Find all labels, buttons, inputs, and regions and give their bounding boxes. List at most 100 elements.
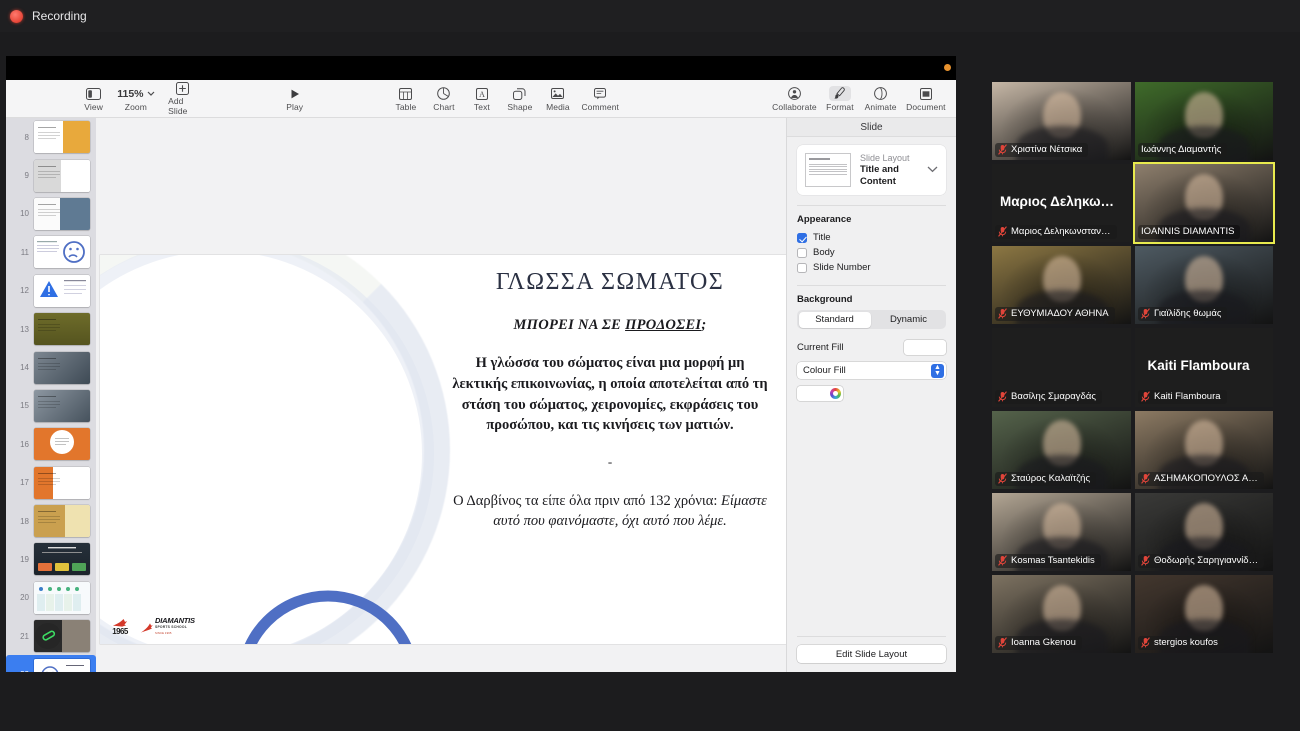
divider [797,636,946,637]
zoom-value[interactable]: 115% [117,86,154,101]
toolbar-chart-label: Chart [433,102,455,112]
slide-thumbnail-row[interactable]: 19 [6,540,96,578]
slide-thumbnail-number: 22 [17,670,29,672]
participant-tile[interactable]: IOANNIS DIAMANTIS [1133,162,1275,245]
logo-brand-sub2: SINCE 1965 [155,631,172,635]
participant-tile[interactable]: Θοδωρής Σαρηγιαννίδ… [1133,490,1275,573]
participant-tile[interactable]: Kaiti Flamboura Kaiti Flamboura [1133,326,1275,409]
appearance-checkbox-body[interactable]: Body [797,245,946,260]
participant-tile[interactable]: Μαριος Δεληκω… Μαριος Δεληκωνσταν… [990,162,1133,245]
stepper-icon[interactable]: ▲ ▼ [931,363,944,378]
checkbox-title[interactable] [797,232,807,243]
fill-color-well[interactable] [797,386,843,401]
participant-tile[interactable]: Σταύρος Καλαϊτζής [990,408,1133,491]
slide-thumbnail[interactable] [34,313,90,346]
fill-type-popup[interactable]: Colour Fill ▲ ▼ [797,362,946,379]
edit-slide-layout-button[interactable]: Edit Slide Layout [797,645,946,663]
participant-tile[interactable]: Χριστίνα Νέτσικα [990,80,1133,163]
participant-tile[interactable]: Ιωάννης Διαμαντής [1133,80,1275,163]
sidebar-panel-icon [86,86,102,101]
slide-text-block[interactable]: ΓΛΩΣΣΑ ΣΩΜΑΤΟΣ ΜΠΟΡΕΙ ΝΑ ΣΕ ΠΡΟΔΟΣΕΙ; Η … [450,269,770,532]
slide-thumbnail[interactable] [34,274,90,307]
slide-layout-card[interactable]: Slide Layout Title and Content [797,145,946,195]
toolbar-document-button[interactable]: Document [902,80,950,117]
color-wheel-icon[interactable] [830,388,841,399]
inspector-tab-slide[interactable]: Slide [787,118,956,137]
slide-thumbnail-row[interactable]: 8 [6,118,96,156]
chevron-down-icon[interactable] [927,164,938,176]
participant-tile[interactable]: Γιαϊλίδης θωμάς [1133,244,1275,327]
checkbox-body[interactable] [797,247,807,258]
toolbar-play-button[interactable]: Play [276,80,314,117]
toolbar-table-button[interactable]: Table [387,80,425,117]
slide-thumbnail[interactable] [34,121,90,154]
slide-thumbnail-row[interactable]: 15 [6,387,96,425]
slide-thumbnail-row[interactable]: 22 [6,655,96,672]
slide-thumbnail[interactable] [34,658,90,672]
slide-thumbnail[interactable] [34,159,90,192]
slide-thumbnail-row[interactable]: 18 [6,502,96,540]
slide-thumbnail-row[interactable]: 17 [6,464,96,502]
participant-tile[interactable]: Kosmas Tsantekidis [990,490,1133,573]
mic-muted-icon [1141,555,1150,566]
appearance-checkbox-slide-number[interactable]: Slide Number [797,260,946,275]
slide-thumbnail[interactable] [34,466,90,499]
slide-thumbnail-row[interactable]: 20 [6,579,96,617]
slide-thumbnail[interactable] [34,236,90,269]
segment-standard[interactable]: Standard [798,311,871,328]
checkbox-slide-number[interactable] [797,262,807,273]
slide-thumbnail-row[interactable]: 11 [6,233,96,271]
toolbar-collaborate-button[interactable]: Collaborate [768,80,820,117]
toolbar-media-button[interactable]: Media [539,80,577,117]
keynote-window: View 115% Zoom Add Slide Play Table Char… [6,56,956,672]
slide-thumbnail-row[interactable]: 9 [6,156,96,194]
participant-tile[interactable]: ΑΣΗΜΑΚΟΠΟΥΛΟΣ Α… [1133,408,1275,491]
paintbrush-icon [828,86,851,101]
participant-tile[interactable]: ΕΥΘΥΜΙΑΔΟΥ ΑΘΗΝΑ [990,244,1133,327]
appearance-section-title: Appearance [797,214,852,225]
toolbar-add-slide-button[interactable]: Add Slide [159,80,205,117]
app-body: 8 9 10 11 12 13 14 15 16 17 18 19 20 21 22 [6,118,956,672]
toolbar-comment-button[interactable]: Comment [577,80,624,117]
slide-thumbnail[interactable] [34,389,90,422]
slide-thumbnail-row[interactable]: 12 [6,272,96,310]
appearance-checkbox-title[interactable]: Title [797,230,946,245]
table-grid-icon [399,86,413,101]
slide-thumbnail-number: 15 [20,401,29,411]
mic-muted-icon [998,308,1007,320]
slide-thumbnail[interactable] [34,428,90,461]
slide-body: Η γλώσσα του σώματος είναι μια μορφή μη … [452,355,768,434]
current-slide[interactable]: 1965 DIAMANTIS SPORTS SCHOOL SINCE 1965 … [100,255,792,644]
slide-thumbnail[interactable] [34,197,90,230]
participant-tile[interactable]: stergios koufos [1133,572,1275,655]
participant-nameplate: Βασίλης Σμαραγδάς [995,389,1102,404]
slide-thumbnail-number: 14 [20,363,29,373]
participant-tile[interactable]: Ioanna Gkenou [990,572,1133,655]
slide-thumbnail-row[interactable]: 16 [6,425,96,463]
participant-name: Βασίλης Σμαραγδάς [1011,390,1096,402]
toolbar-chart-button[interactable]: Chart [425,80,463,117]
toolbar-text-button[interactable]: A Text [463,80,501,117]
slide-thumbnail[interactable] [34,581,90,614]
toolbar-view-button[interactable]: View [75,80,113,117]
slide-thumbnail[interactable] [34,620,90,653]
toolbar-format-button[interactable]: Format [820,80,859,117]
slide-thumbnail[interactable] [34,351,90,384]
window-titlebar[interactable] [6,56,956,80]
slide-thumbnail[interactable] [34,505,90,538]
participant-name: ΕΥΘΥΜΙΑΔΟΥ ΑΘΗΝΑ [1011,308,1109,320]
slide-thumbnail-row[interactable]: 10 [6,195,96,233]
toolbar-animate-button[interactable]: Animate [859,80,901,117]
current-fill-swatch[interactable] [904,340,946,355]
participant-tile[interactable]: Βασίλης Σμαραγδάς [990,326,1133,409]
slide-thumbnail-row[interactable]: 21 [6,617,96,655]
toolbar-zoom-control[interactable]: 115% Zoom [113,80,159,117]
slide-thumbnail-row[interactable]: 14 [6,348,96,386]
participant-name: IOANNIS DIAMANTIS [1141,226,1235,238]
background-segmented-control[interactable]: Standard Dynamic [797,310,946,329]
segment-dynamic[interactable]: Dynamic [873,312,945,328]
slide-thumbnail-row[interactable]: 13 [6,310,96,348]
toolbar-shape-button[interactable]: Shape [501,80,539,117]
slide-navigator[interactable]: 8 9 10 11 12 13 14 15 16 17 18 19 20 21 22 [6,118,96,672]
slide-thumbnail[interactable] [34,543,90,576]
